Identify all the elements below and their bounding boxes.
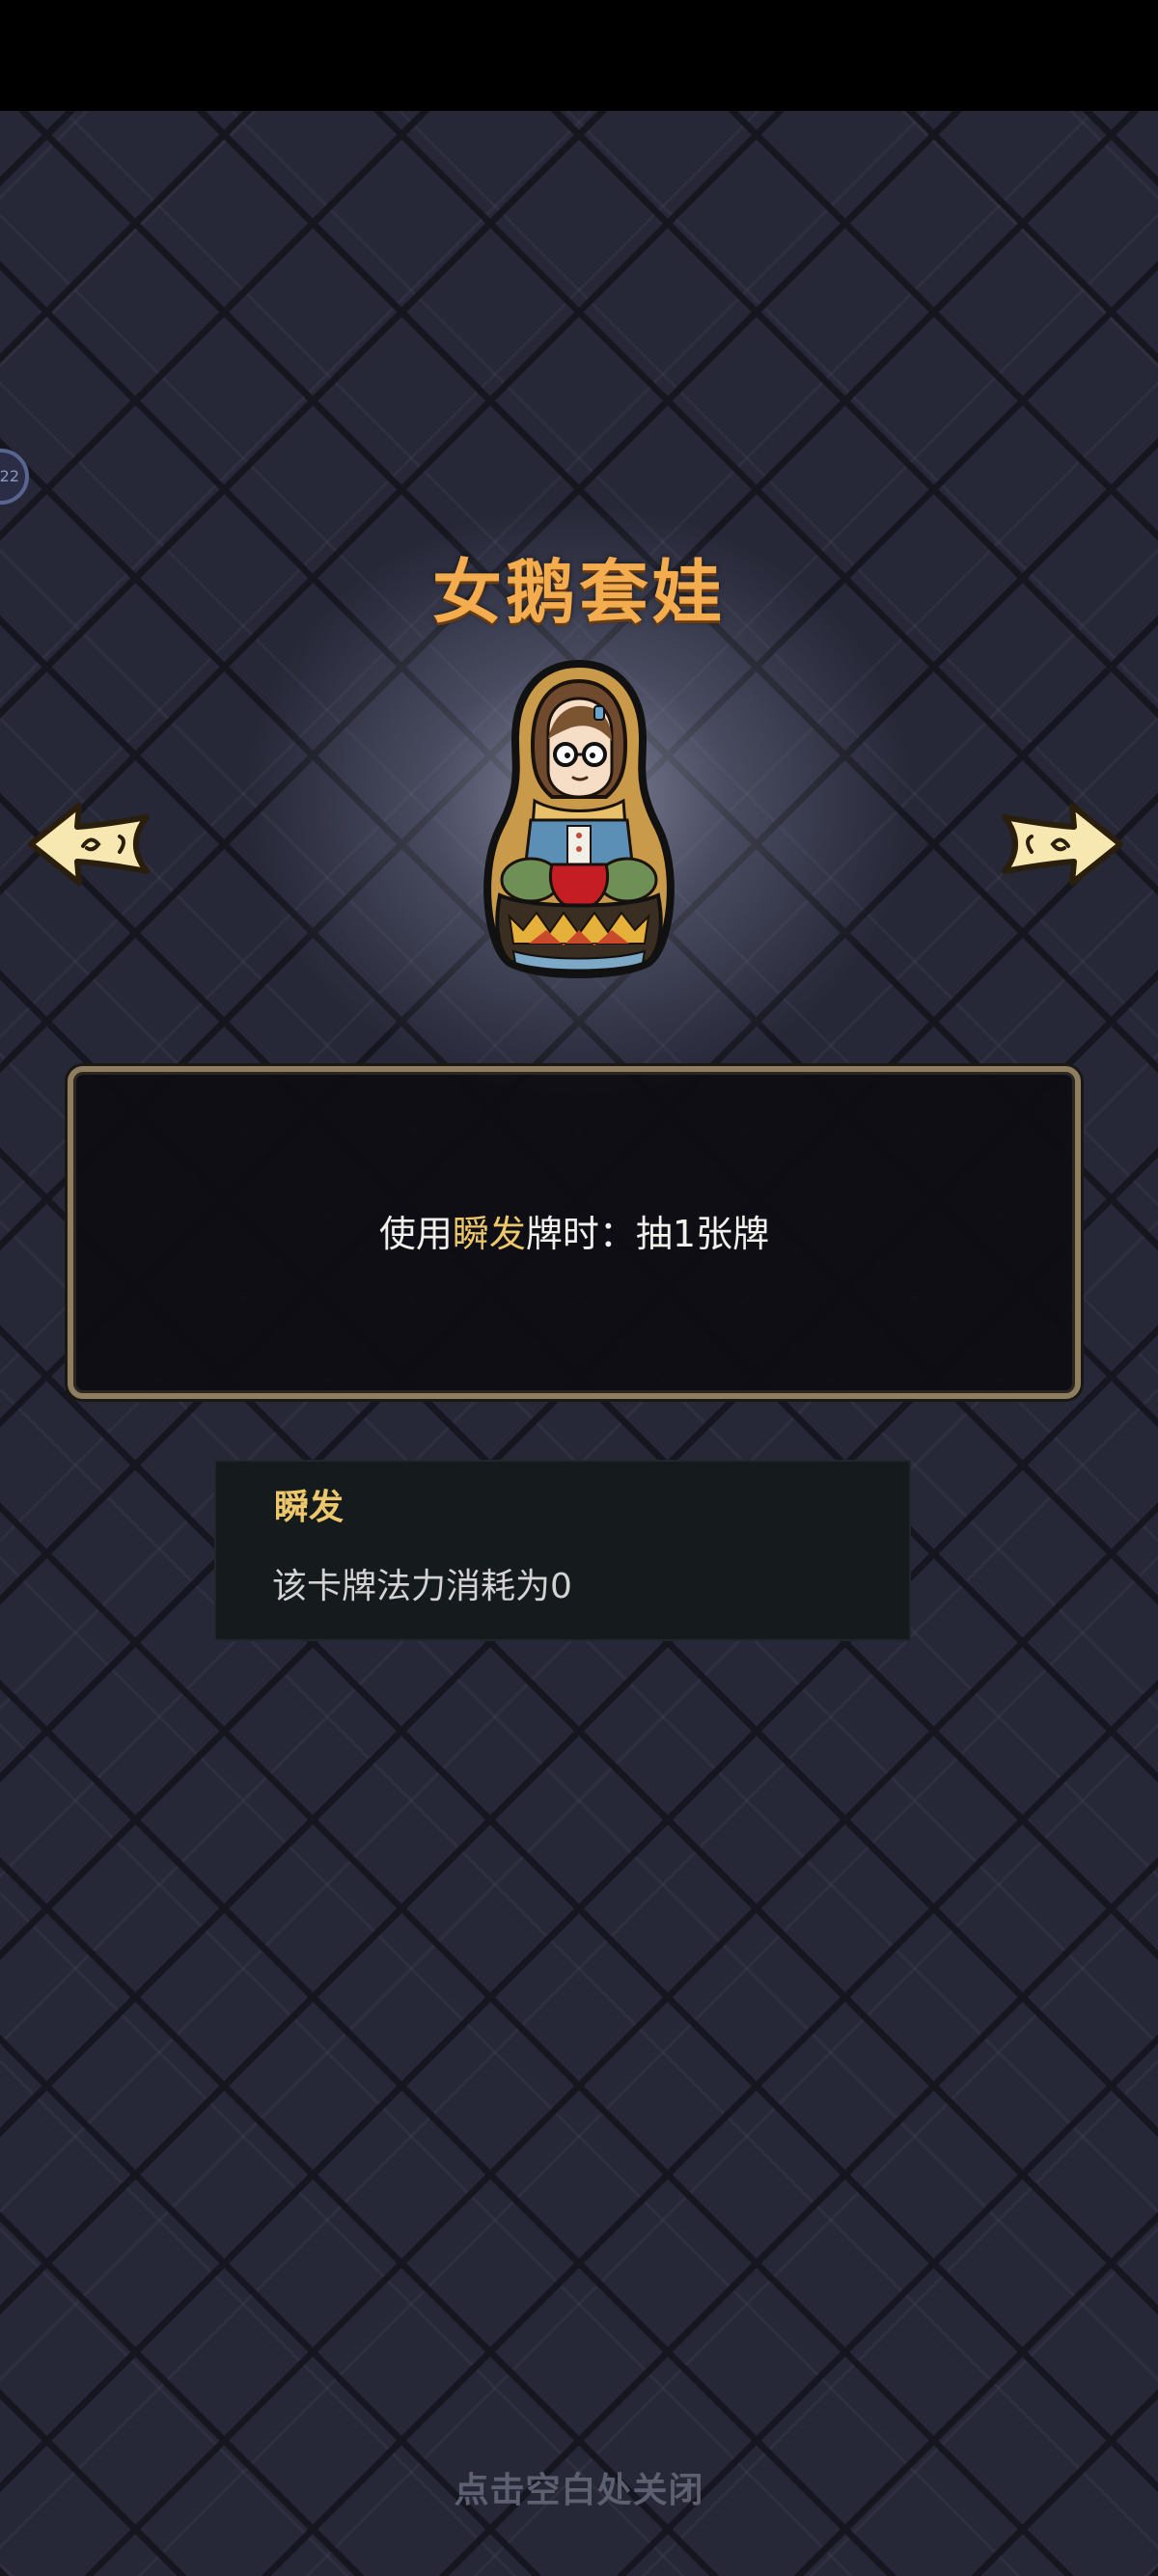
card-description: 使用瞬发牌时：抽1张牌 <box>73 1204 1075 1257</box>
card-description-panel: 使用瞬发牌时：抽1张牌 <box>68 1066 1081 1399</box>
card-title: 女鹅套娃 <box>431 552 726 633</box>
description-suffix: 牌时：抽1张牌 <box>525 1213 770 1255</box>
keyword-tooltip: 瞬发 该卡牌法力消耗为0 <box>214 1460 911 1641</box>
right-arrow-icon[interactable] <box>999 796 1124 892</box>
left-arrow-icon[interactable] <box>27 796 152 892</box>
close-hint[interactable]: 点击空白处关闭 <box>0 2462 1158 2512</box>
keyword-tooltip-description: 该卡牌法力消耗为0 <box>272 1567 572 1606</box>
description-prefix: 使用 <box>378 1213 453 1255</box>
status-bar <box>0 0 1158 111</box>
description-keyword[interactable]: 瞬发 <box>453 1213 526 1255</box>
keyword-tooltip-title: 瞬发 <box>274 1488 345 1527</box>
nesting-doll-icon <box>483 659 675 978</box>
side-badge-label: 22 <box>0 467 19 485</box>
